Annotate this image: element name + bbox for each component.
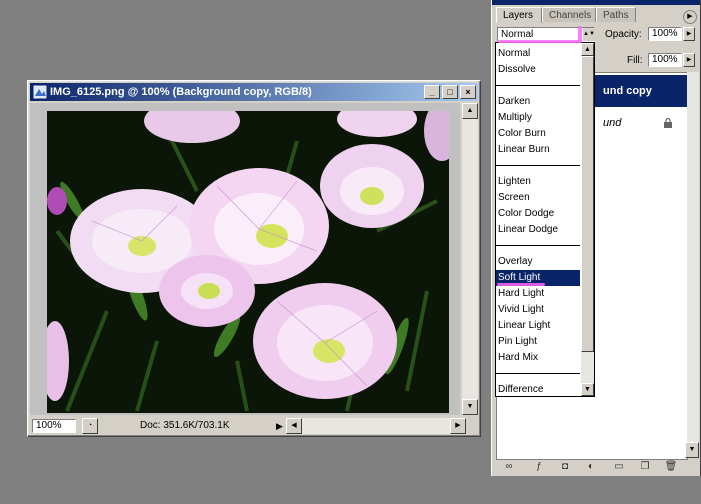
blend-option-color-dodge[interactable]: Color Dodge [496, 206, 580, 222]
blend-option-multiply[interactable]: Multiply [496, 110, 580, 126]
document-vertical-scrollbar[interactable]: ▲ ▼ [462, 103, 478, 415]
layers-vertical-scrollbar[interactable]: ▼ [685, 72, 699, 458]
minimize-button[interactable]: _ [424, 85, 440, 99]
scroll-left-arrow-icon[interactable]: ◀ [286, 418, 302, 434]
layer-style-icon[interactable]: ƒ [532, 460, 546, 474]
opacity-field[interactable]: 100% [648, 27, 682, 41]
tab-paths[interactable]: Paths [596, 7, 636, 22]
document-window: IMG_6125.png @ 100% (Background copy, RG… [27, 80, 481, 437]
blend-mode-options: Normal Dissolve Darken Multiply Color Bu… [496, 43, 580, 396]
tab-channels[interactable]: Channels [542, 7, 596, 22]
close-button[interactable]: × [460, 85, 476, 99]
blend-option-darken[interactable]: Darken [496, 94, 580, 110]
dropdown-scroll-thumb[interactable] [581, 56, 594, 352]
tab-layers[interactable]: Layers [496, 7, 542, 23]
blend-option-difference[interactable]: Difference [496, 382, 580, 396]
opacity-slider-arrow-icon[interactable]: ▶ [683, 27, 695, 41]
dropdown-scrollbar[interactable]: ▲ ▼ [581, 43, 594, 396]
document-size-info: Doc: 351.6K/703.1K [140, 420, 230, 431]
blend-option-color-burn[interactable]: Color Burn [496, 126, 580, 142]
palette-bottom-toolbar: ∞ ƒ ◘ ◐ ▭ ❐ 🗑 [492, 458, 700, 476]
new-group-icon[interactable]: ▭ [612, 460, 626, 474]
blend-option-hard-light[interactable]: Hard Light [496, 286, 580, 302]
status-menu-arrow-icon[interactable]: ▶ [276, 419, 286, 433]
new-layer-icon[interactable]: ❐ [638, 460, 652, 474]
scroll-right-arrow-icon[interactable]: ▶ [450, 418, 466, 434]
lock-icon [664, 118, 672, 128]
fill-label: Fill: [627, 55, 643, 66]
blend-option-vivid-light[interactable]: Vivid Light [496, 302, 580, 318]
blend-option-hard-mix[interactable]: Hard Mix [496, 350, 580, 366]
layer-name: und [603, 117, 622, 129]
maximize-button[interactable]: □ [442, 85, 458, 99]
fill-field[interactable]: 100% [648, 53, 682, 67]
zoom-level-field[interactable]: 100% [32, 419, 76, 433]
annotation-mark-normal-edge [578, 26, 582, 42]
annotation-mark-normal [498, 40, 582, 43]
delete-layer-icon[interactable]: 🗑 [664, 460, 678, 474]
layer-name: und copy [603, 85, 652, 97]
blend-option-normal[interactable]: Normal [496, 46, 580, 62]
blend-mode-dropdown-list: Normal Dissolve Darken Multiply Color Bu… [495, 42, 595, 397]
document-titlebar[interactable]: IMG_6125.png @ 100% (Background copy, RG… [30, 83, 478, 101]
blend-option-overlay[interactable]: Overlay [496, 254, 580, 270]
palette-titlebar[interactable] [492, 0, 700, 5]
blend-option-linear-burn[interactable]: Linear Burn [496, 142, 580, 158]
menu-separator [496, 85, 580, 86]
dropdown-scroll-up-icon[interactable]: ▲ [581, 43, 594, 56]
scroll-up-arrow-icon[interactable]: ▲ [462, 103, 478, 119]
blend-option-linear-light[interactable]: Linear Light [496, 318, 580, 334]
blend-mode-dropdown-arrow-icon[interactable]: ▲▼ [583, 28, 595, 41]
document-horizontal-scrollbar[interactable]: ◀ ▶ [286, 418, 466, 434]
scroll-down-arrow-icon[interactable]: ▼ [462, 399, 478, 415]
link-layers-icon[interactable]: ∞ [502, 460, 516, 474]
blend-option-linear-dodge[interactable]: Linear Dodge [496, 222, 580, 238]
blend-option-lighten[interactable]: Lighten [496, 174, 580, 190]
menu-separator [496, 245, 580, 246]
flower-photo [47, 111, 449, 413]
fill-slider-arrow-icon[interactable]: ▶ [683, 53, 695, 67]
photoshop-document-icon [32, 84, 48, 100]
blend-option-screen[interactable]: Screen [496, 190, 580, 206]
opacity-label: Opacity: [605, 29, 642, 40]
canvas-area[interactable] [30, 103, 460, 415]
layers-scroll-down-icon[interactable]: ▼ [685, 442, 699, 458]
annotation-mark-soft-light [497, 283, 545, 286]
menu-separator [496, 373, 580, 374]
menu-separator [496, 165, 580, 166]
document-statusbar: 100% ◔ Doc: 351.6K/703.1K ▶ ◀ ▶ [30, 418, 478, 434]
layer-mask-icon[interactable]: ◘ [558, 460, 572, 474]
blend-option-pin-light[interactable]: Pin Light [496, 334, 580, 350]
blend-option-dissolve[interactable]: Dissolve [496, 62, 580, 78]
palette-menu-icon[interactable]: ▶ [683, 10, 697, 24]
status-info-icon[interactable]: ◔ [82, 418, 98, 434]
adjustment-layer-icon[interactable]: ◐ [584, 460, 598, 474]
dropdown-scroll-down-icon[interactable]: ▼ [581, 383, 594, 396]
photo-canvas[interactable] [47, 111, 449, 413]
document-title: IMG_6125.png @ 100% (Background copy, RG… [50, 86, 312, 98]
